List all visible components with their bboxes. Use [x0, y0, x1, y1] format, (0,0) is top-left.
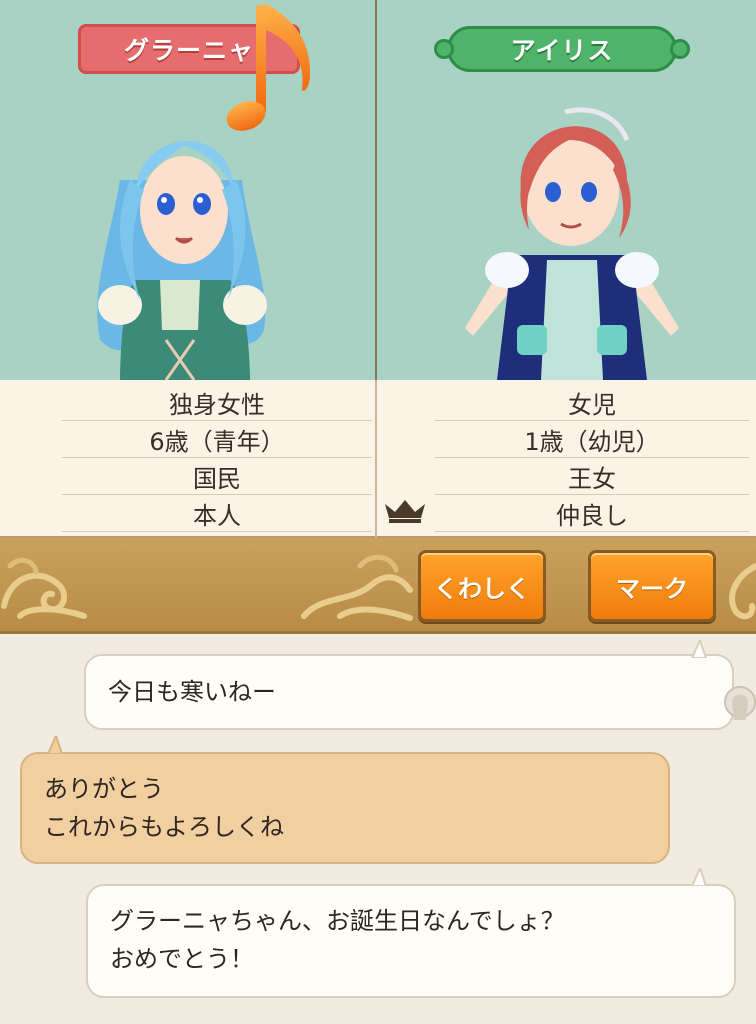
mark-button[interactable]: マーク [588, 550, 716, 622]
right-info-row: 仲良し [435, 495, 749, 532]
left-info-row: 国民 [62, 458, 372, 495]
right-info-row: 1歳（幼児） [435, 421, 749, 458]
chat-bubble-left: ありがとう これからもよろしくね [20, 752, 670, 864]
ornament-left [1, 557, 87, 619]
chat-message-line: 今日も寒いねー [108, 678, 276, 706]
right-character-name: アイリス [510, 36, 614, 65]
chat-message-line: ありがとう [44, 775, 164, 803]
portrait-area: グラーニャ アイリス [0, 0, 756, 380]
right-character-portrait [465, 107, 679, 380]
left-info-row: 本人 [62, 495, 372, 532]
chat-bubble-right: グラーニャちゃん、お誕生日なんでしょ？ おめでとう！ [86, 884, 736, 998]
bubble-tail [690, 868, 708, 886]
ornament-right [729, 563, 756, 620]
right-character-name-tag: アイリス [434, 26, 690, 72]
chat-bubble-right: 今日も寒いねー [84, 654, 734, 730]
left-info-row: 6歳（青年） [62, 421, 372, 458]
chat-log[interactable]: 今日も寒いねー ありがとう これからもよろしくね グラーニャちゃん、お誕生日なん… [0, 634, 756, 1024]
left-character-info: 独身女性 6歳（青年） 国民 本人 [0, 380, 377, 538]
details-button[interactable]: くわしく [418, 550, 546, 622]
chat-message-line: おめでとう！ [110, 945, 254, 973]
left-character-portrait [97, 141, 267, 380]
action-toolbar: くわしく マーク [0, 538, 756, 634]
crown-icon [385, 500, 425, 523]
bubble-tail [690, 640, 708, 658]
ornament-middle [301, 554, 413, 621]
bubble-tail [46, 736, 64, 754]
right-character-info: 女児 1歳（幼児） 王女 仲良し [377, 380, 756, 538]
right-info-row: 女児 [435, 384, 749, 421]
right-character-panel[interactable]: アイリス [377, 0, 756, 380]
speech-history-icon[interactable] [716, 680, 756, 730]
chat-message-line: これからもよろしくね [44, 813, 284, 841]
left-info-row: 独身女性 [62, 384, 372, 421]
chat-message-line: グラーニャちゃん、お誕生日なんでしょ？ [110, 907, 565, 935]
profile-comparison-table: 独身女性 6歳（青年） 国民 本人 女児 1歳（幼児） 王女 仲良し [0, 380, 756, 538]
right-info-row: 王女 [435, 458, 749, 495]
left-character-panel[interactable]: グラーニャ [0, 0, 377, 380]
